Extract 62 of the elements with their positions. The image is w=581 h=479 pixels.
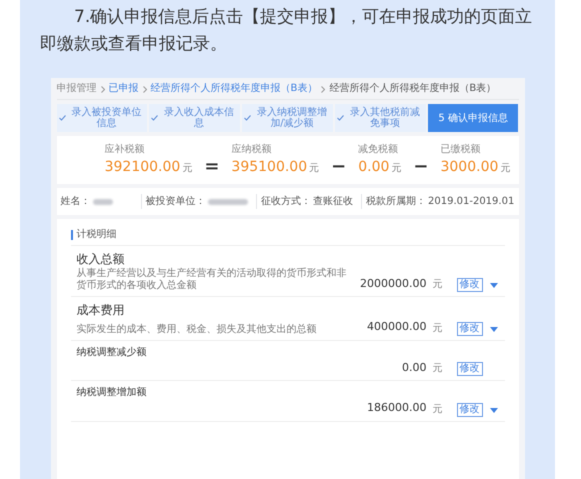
edit-button[interactable]: 修改 (456, 402, 482, 416)
amount-value: 392100.00 (104, 158, 180, 177)
step-tab[interactable]: 录入收入成本信息 (149, 104, 240, 132)
unit-label: 元 (432, 362, 442, 376)
blurred-text (208, 198, 248, 204)
item-description: 实际发生的成本、费用、税金、损失及其他支出的总额 (76, 324, 318, 336)
article-paragraph: 7.确认申报信息后点击【提交申报】，可在申报成功的页面立即缴款或查看申报记录。 (40, 6, 534, 56)
caret-down-icon[interactable] (490, 326, 498, 332)
step-tab[interactable]: 录入被投资单位信息 (56, 104, 148, 132)
unit-label: 元 (432, 278, 442, 292)
info-label: 姓名： (60, 195, 90, 209)
chevron-right-icon (321, 86, 326, 92)
chevron-right-icon (142, 86, 146, 92)
step-tab[interactable]: 录入其他税前减免事项 (334, 104, 426, 132)
check-icon (151, 115, 158, 121)
item-title: 纳税调整增加额 (76, 386, 148, 400)
amount-value: 3000.00 (440, 158, 498, 177)
operator-symbol: = (204, 156, 220, 178)
amount-label: 应补税额 (104, 142, 146, 157)
breadcrumb-link[interactable]: 申报管理 (56, 82, 96, 96)
info-label: 被投资单位： (146, 194, 206, 209)
check-icon (58, 115, 66, 121)
unit-label: 元 (182, 162, 192, 176)
amount-label: 应纳税额 (231, 142, 272, 157)
item-amount: 2000000.00 (360, 276, 426, 292)
chevron-right-icon (100, 86, 104, 92)
blurred-text (92, 198, 112, 204)
item-description: 从事生产经营以及与生产经营有关的活动取得的货币形式和非货币形式的各项收入总金额 (76, 268, 348, 292)
unit-label: 元 (500, 162, 510, 176)
operator-symbol: − (331, 156, 346, 178)
step-tab[interactable]: 录入纳税调整增加/减少额 (242, 104, 333, 132)
item-title: 纳税调整减少额 (76, 346, 148, 360)
amount-label: 已缴税额 (440, 142, 482, 157)
check-icon (244, 115, 252, 121)
breadcrumb-link[interactable]: 经营所得个人所得税年度申报（B表） (329, 82, 496, 96)
caret-down-icon[interactable] (490, 408, 498, 414)
item-amount: 0.00 (402, 360, 426, 376)
breadcrumb-link[interactable]: 已申报 (108, 82, 138, 96)
item-amount: 186000.00 (367, 400, 426, 416)
edit-button[interactable]: 修改 (456, 362, 482, 376)
check-icon (336, 115, 344, 121)
breadcrumb-link[interactable]: 经营所得个人所得税年度申报（B表） (150, 82, 318, 96)
item-title: 成本费用 (76, 302, 126, 319)
unit-label: 元 (432, 402, 442, 416)
unit-label: 元 (391, 162, 402, 176)
caret-down-icon[interactable] (490, 283, 498, 289)
item-amount: 400000.00 (367, 319, 426, 335)
unit-label: 元 (309, 162, 320, 176)
unit-label: 元 (432, 322, 442, 336)
amount-value: 395100.00 (231, 158, 308, 177)
info-label: 征收方式： (261, 194, 311, 209)
edit-button[interactable]: 修改 (456, 322, 482, 336)
info-label: 税款所属期： (366, 194, 426, 209)
amount-label: 减免税额 (358, 142, 400, 157)
step-tab[interactable]: 5 确认申报信息 (428, 104, 518, 132)
operator-symbol: − (413, 156, 428, 178)
info-value: 查账征收 (313, 194, 353, 209)
section-title: 计税明细 (76, 228, 116, 242)
info-value: 2019.01-2019.01 (428, 195, 514, 209)
item-title: 收入总额 (76, 251, 126, 268)
amount-value: 0.00 (358, 158, 390, 177)
edit-button[interactable]: 修改 (456, 278, 482, 292)
